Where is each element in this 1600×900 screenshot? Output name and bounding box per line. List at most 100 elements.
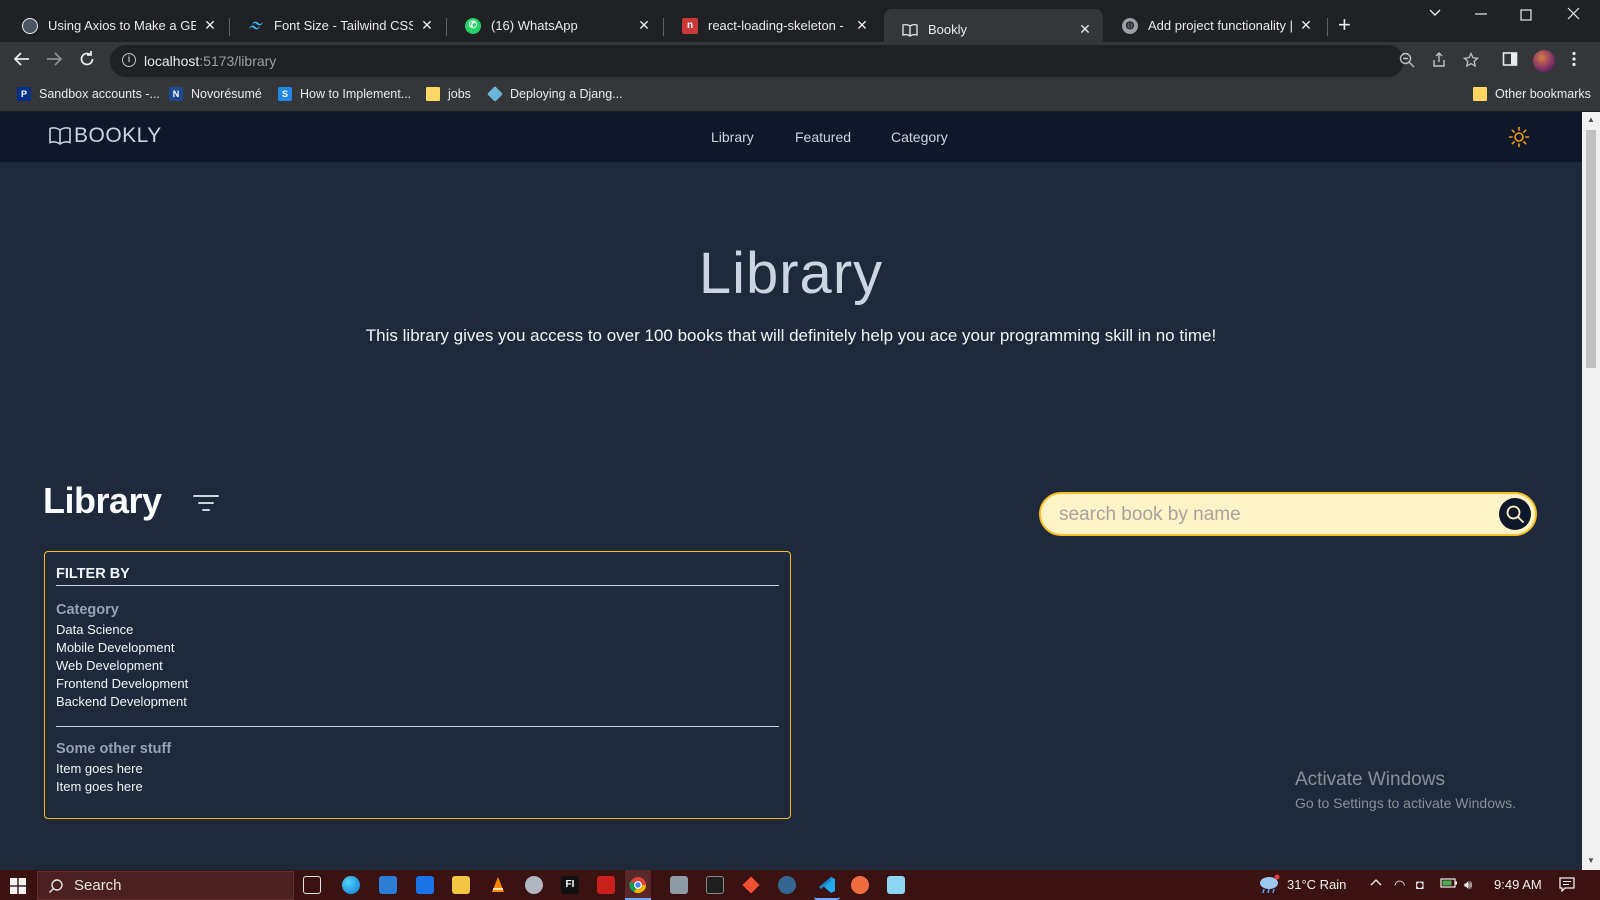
edge-icon[interactable]	[342, 876, 360, 894]
acrobat-icon[interactable]	[597, 876, 615, 894]
scrollbar-thumb[interactable]	[1586, 130, 1596, 368]
bookmark-label: Other bookmarks	[1495, 87, 1591, 101]
search-button[interactable]	[1499, 498, 1531, 530]
zoom-icon[interactable]	[1399, 52, 1415, 72]
mail-icon[interactable]	[416, 876, 434, 894]
brand-logo[interactable]: BOOKLY	[48, 124, 162, 148]
volume-icon[interactable]: 🔊︎	[1464, 877, 1472, 893]
close-icon[interactable]: ✕	[202, 17, 218, 34]
activate-windows-watermark: Activate Windows Go to Settings to activ…	[1295, 769, 1516, 811]
battery-icon[interactable]	[1440, 877, 1458, 892]
browser-tab[interactable]: ✆ (16) WhatsApp ✕	[447, 9, 662, 42]
book-icon	[902, 22, 918, 38]
notification-icon[interactable]	[1559, 876, 1575, 895]
filter-group-title: Some other stuff	[56, 741, 172, 757]
hero-subtitle: This library gives you access to over 10…	[365, 326, 1217, 345]
clock-time[interactable]: 9:49 AM	[1494, 877, 1542, 892]
wifi-icon[interactable]: ◠	[1394, 877, 1405, 893]
filter-option[interactable]: Web Development	[56, 658, 163, 673]
windows-start-icon[interactable]	[10, 878, 26, 899]
app-icon[interactable]	[525, 876, 543, 894]
theme-toggle-sun-icon[interactable]	[1508, 126, 1530, 153]
tab-search-icon[interactable]	[1428, 5, 1442, 24]
browser-tab[interactable]: ◍ Add project functionality | Dj ✕	[1104, 9, 1324, 42]
notepad-icon[interactable]	[887, 876, 905, 894]
close-icon[interactable]: ✕	[1077, 21, 1093, 38]
scroll-down-icon[interactable]: ▼	[1587, 856, 1595, 865]
paypal-icon: P	[17, 87, 31, 101]
other-bookmarks-folder[interactable]: Other bookmarks	[1473, 87, 1591, 101]
close-icon[interactable]: ✕	[419, 17, 435, 34]
browser-tab[interactable]: Font Size - Tailwind CSS ✕	[230, 9, 445, 42]
tray-chevron-icon[interactable]	[1370, 877, 1382, 892]
taskbar-search-label: Search	[74, 877, 122, 894]
whatsapp-icon: ✆	[465, 17, 481, 34]
bookmark-label: Sandbox accounts -...	[39, 87, 160, 101]
tab-title: Bookly	[928, 22, 968, 37]
back-icon[interactable]	[13, 50, 31, 72]
browser-tab[interactable]: n react-loading-skeleton - npm ✕	[664, 9, 880, 42]
filter-option[interactable]: Data Science	[56, 622, 133, 637]
bookmark-label: jobs	[448, 87, 471, 101]
filter-option[interactable]: Mobile Development	[56, 640, 175, 655]
profile-avatar[interactable]	[1533, 50, 1555, 72]
new-tab-button[interactable]: +	[1338, 14, 1351, 36]
side-panel-icon[interactable]	[1502, 51, 1518, 72]
url-text[interactable]: localhost:5173/library	[144, 53, 276, 69]
window-close-icon[interactable]	[1567, 7, 1580, 25]
close-icon[interactable]: ✕	[636, 17, 652, 34]
filter-option[interactable]: Item goes here	[56, 761, 143, 776]
address-bar[interactable]: i localhost:5173/library	[110, 45, 1480, 77]
weather-icon[interactable]	[1258, 874, 1280, 897]
weather-text[interactable]: 31°C Rain	[1287, 877, 1346, 892]
store-icon[interactable]	[379, 876, 397, 894]
postgres-icon[interactable]	[778, 876, 796, 894]
browser-tab[interactable]: Using Axios to Make a GET Re ✕	[4, 9, 228, 42]
app-icon[interactable]	[670, 876, 688, 894]
nav-featured[interactable]: Featured	[795, 129, 851, 145]
nav-category[interactable]: Category	[891, 129, 948, 145]
filter-group-title: Category	[56, 602, 119, 618]
camera-icon[interactable]: ◘	[1416, 877, 1424, 892]
book-icon	[49, 127, 71, 145]
page-scrollbar[interactable]: ▲ ▼	[1582, 112, 1600, 870]
maximize-icon[interactable]	[1520, 8, 1532, 26]
bookmark-star-icon[interactable]	[1462, 51, 1480, 72]
site-info-icon[interactable]: i	[122, 53, 136, 67]
close-icon[interactable]: ✕	[1298, 17, 1314, 34]
search-input[interactable]	[1059, 503, 1479, 527]
bookmark-item[interactable]: P Sandbox accounts -...	[17, 87, 160, 101]
minimize-icon[interactable]	[1474, 2, 1488, 27]
reload-icon[interactable]	[78, 50, 96, 72]
folder-icon	[1473, 87, 1487, 101]
windows-taskbar: Search FI 31°C Rain ◠ ◘ 🔊︎ 9:49 AM	[0, 870, 1600, 900]
tab-title: Add project functionality | Dj	[1148, 18, 1292, 33]
divider	[56, 585, 779, 586]
filter-toggle-icon[interactable]	[192, 493, 220, 518]
task-view-icon[interactable]	[303, 876, 321, 894]
postman-icon[interactable]	[851, 876, 869, 894]
share-icon[interactable]	[1431, 52, 1447, 72]
forward-icon[interactable]	[45, 50, 63, 72]
figma-like-icon[interactable]: FI	[561, 876, 579, 894]
taskbar-search[interactable]: Search	[37, 871, 294, 900]
nav-library[interactable]: Library	[711, 129, 754, 145]
bookmark-folder[interactable]: jobs	[426, 87, 471, 101]
menu-kebab-icon[interactable]	[1572, 51, 1576, 72]
file-explorer-icon[interactable]	[452, 876, 470, 894]
filter-option[interactable]: Item goes here	[56, 779, 143, 794]
close-icon[interactable]: ✕	[854, 17, 870, 34]
filter-option[interactable]: Frontend Development	[56, 676, 188, 691]
terminal-icon[interactable]	[706, 876, 724, 894]
git-icon[interactable]	[742, 876, 760, 894]
scroll-up-icon[interactable]: ▲	[1587, 115, 1595, 124]
filter-option[interactable]: Backend Development	[56, 694, 187, 709]
bookmark-item[interactable]: Deploying a Djang...	[487, 86, 623, 102]
bookmark-item[interactable]: N Novorésumé	[169, 87, 262, 101]
vscode-icon[interactable]	[814, 870, 840, 900]
page-viewport: BOOKLY Library Featured Category Library…	[0, 112, 1582, 870]
chrome-taskbar-active[interactable]	[625, 870, 651, 900]
vlc-icon[interactable]	[489, 876, 507, 894]
bookmark-item[interactable]: S How to Implement...	[278, 87, 411, 101]
npm-icon: n	[682, 17, 698, 34]
